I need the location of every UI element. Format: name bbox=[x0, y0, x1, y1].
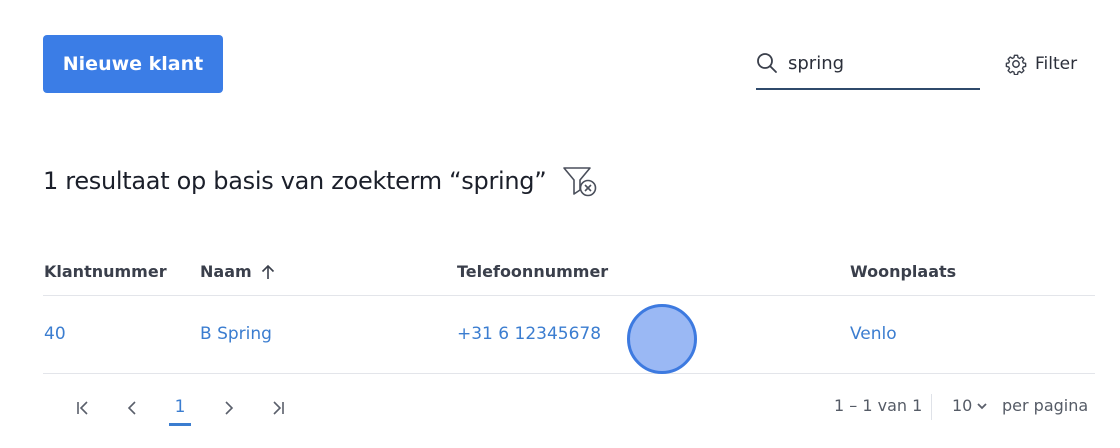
divider bbox=[931, 394, 932, 420]
table-header: Klantnummer Naam Telefoonnummer Woonplaa… bbox=[43, 250, 1095, 296]
search-input[interactable] bbox=[788, 52, 958, 74]
results-heading-text: 1 resultaat op basis van zoekterm “sprin… bbox=[43, 167, 547, 195]
per-page-select[interactable]: 10 bbox=[952, 396, 988, 415]
cell-telefoonnummer[interactable]: +31 6 12345678 bbox=[457, 324, 601, 344]
per-page-label: per pagina bbox=[1002, 396, 1089, 415]
filter-clear-icon[interactable] bbox=[562, 164, 600, 198]
column-header-klantnummer[interactable]: Klantnummer bbox=[44, 262, 167, 281]
per-page-value: 10 bbox=[952, 396, 973, 415]
gear-icon bbox=[1005, 53, 1027, 75]
search-field[interactable] bbox=[756, 38, 980, 90]
cell-naam[interactable]: B Spring bbox=[200, 324, 272, 344]
search-icon bbox=[756, 52, 778, 74]
filter-label: Filter bbox=[1035, 54, 1078, 74]
table-row[interactable]: 40 B Spring +31 6 12345678 Venlo bbox=[43, 296, 1095, 374]
arrow-up-icon bbox=[260, 263, 276, 281]
column-header-woonplaats[interactable]: Woonplaats bbox=[850, 262, 956, 281]
column-header-naam[interactable]: Naam bbox=[200, 262, 276, 281]
customer-table: Klantnummer Naam Telefoonnummer Woonplaa… bbox=[43, 250, 1095, 374]
last-page-icon[interactable] bbox=[253, 392, 302, 424]
pagination-range: 1 – 1 van 1 bbox=[834, 396, 923, 415]
column-header-telefoonnummer[interactable]: Telefoonnummer bbox=[457, 262, 608, 281]
pagination: 1 bbox=[58, 390, 302, 426]
prev-page-icon[interactable] bbox=[107, 392, 156, 424]
cell-klantnummer[interactable]: 40 bbox=[44, 324, 66, 344]
results-heading: 1 resultaat op basis van zoekterm “sprin… bbox=[43, 162, 600, 200]
first-page-icon[interactable] bbox=[58, 392, 107, 424]
chevron-down-icon bbox=[972, 400, 988, 412]
cell-woonplaats[interactable]: Venlo bbox=[850, 324, 897, 344]
new-customer-button[interactable]: Nieuwe klant bbox=[43, 35, 223, 93]
page-number-current[interactable]: 1 bbox=[169, 390, 191, 426]
next-page-icon[interactable] bbox=[204, 392, 253, 424]
filter-button[interactable]: Filter bbox=[1005, 48, 1077, 80]
